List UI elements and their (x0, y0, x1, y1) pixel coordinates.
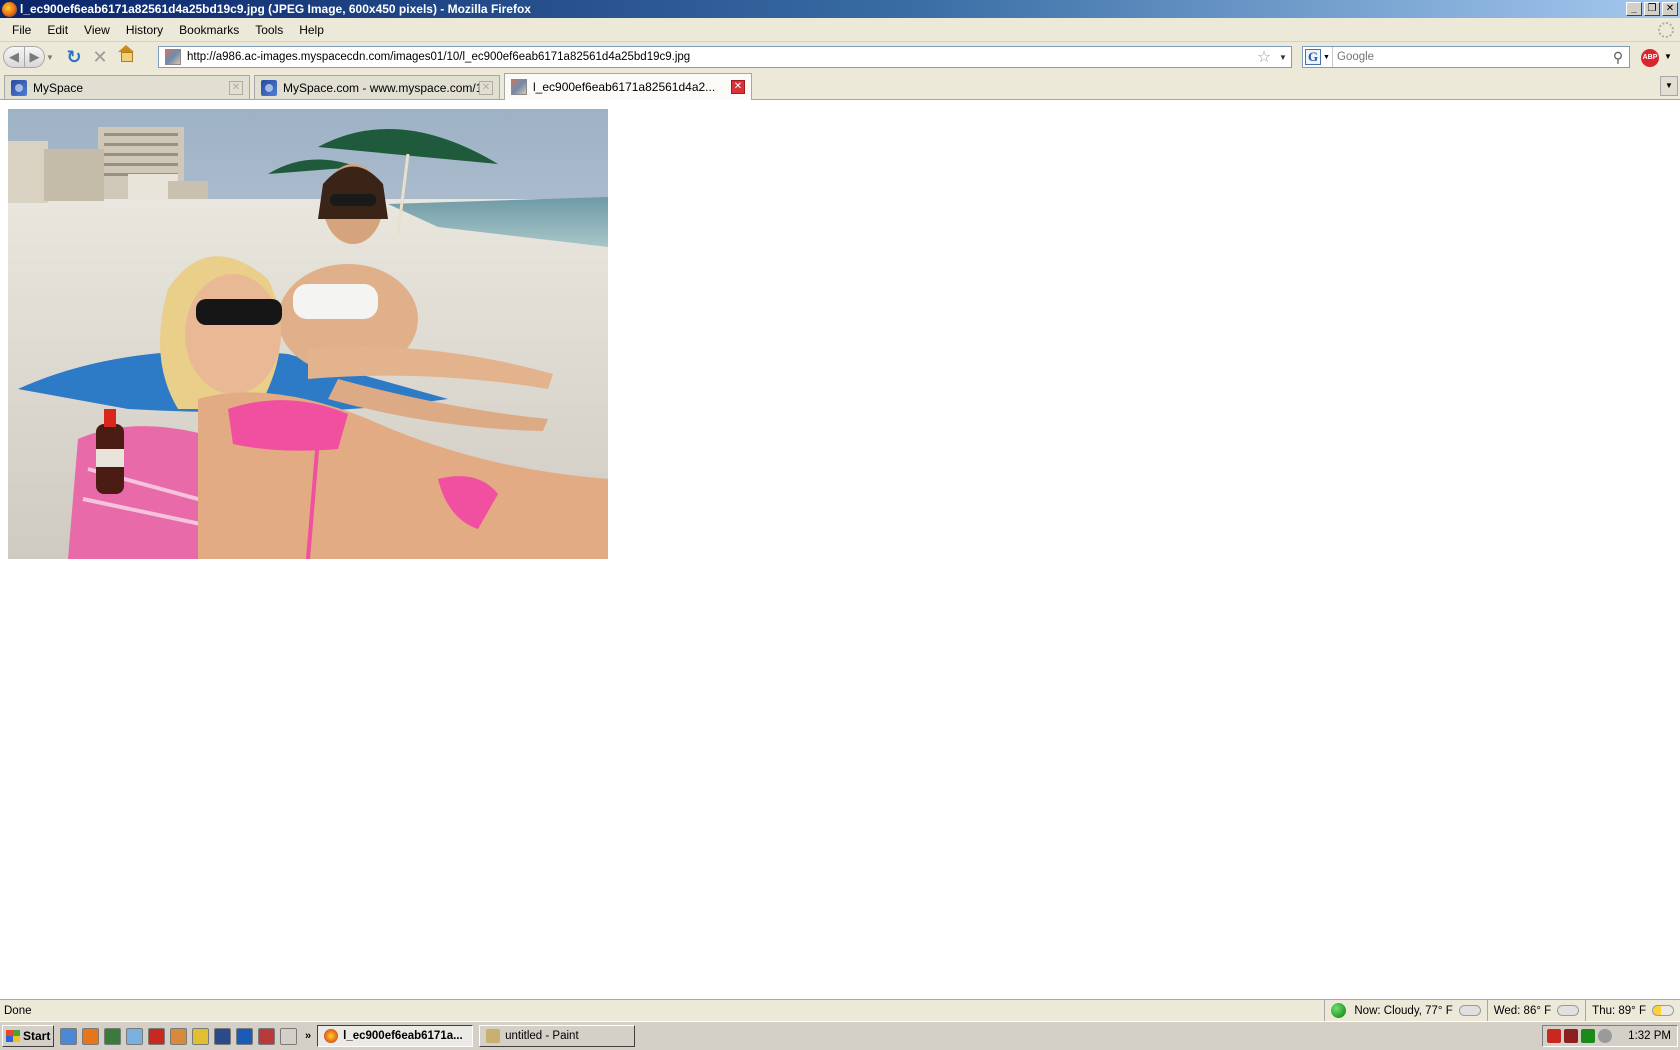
firefox-icon (324, 1029, 339, 1043)
network-icon[interactable] (126, 1027, 143, 1045)
menu-edit[interactable]: Edit (39, 23, 76, 37)
firefox-icon (2, 1, 17, 17)
window-title-bar[interactable]: l_ec900ef6eab6171a82561d4a25bd19c9.jpg (… (0, 0, 1680, 18)
tray-sync-icon[interactable] (1598, 1029, 1612, 1043)
navigation-toolbar: ◀ ▶ ▼ ↻ ✕ http://a986.ac-images.myspacec… (0, 42, 1680, 72)
myspace-icon (11, 79, 27, 96)
firefox-icon[interactable] (82, 1027, 99, 1045)
taskbar-button-label: l_ec900ef6eab6171a... (343, 1030, 463, 1042)
bookmark-star-icon[interactable]: ☆ (1253, 47, 1275, 67)
tab-label: MySpace (33, 80, 84, 95)
url-text[interactable]: http://a986.ac-images.myspacecdn.com/ima… (187, 51, 1253, 63)
quick-launch (60, 1027, 297, 1045)
menu-bookmarks[interactable]: Bookmarks (171, 23, 247, 37)
stop-icon: ✕ (92, 46, 108, 67)
beach-photo-image (8, 109, 608, 559)
forward-arrow-icon: ▶ (29, 49, 40, 64)
forward-button[interactable]: ▶ (25, 46, 45, 68)
weather-globe-icon (1331, 1003, 1347, 1018)
search-input[interactable] (1333, 51, 1607, 63)
status-text: Done (4, 1004, 32, 1017)
paint-icon (486, 1029, 501, 1043)
search-icon[interactable]: ⚲ (1607, 49, 1629, 66)
taskbar-button-paint[interactable]: untitled - Paint (479, 1025, 636, 1047)
image-icon (511, 79, 527, 95)
tab-image[interactable]: l_ec900ef6eab6171a82561d4a2... ✕ (504, 73, 752, 100)
tab-close-button[interactable]: ✕ (229, 80, 243, 95)
menu-tools[interactable]: Tools (247, 23, 291, 37)
throbber-icon (1658, 22, 1674, 38)
cloud-icon (1458, 1005, 1481, 1016)
tab-close-button[interactable]: ✕ (479, 80, 493, 95)
window-title: l_ec900ef6eab6171a82561d4a25bd19c9.jpg (… (20, 2, 531, 16)
chevron-down-icon: ▼ (1323, 53, 1330, 61)
history-dropdown[interactable]: ▼ (45, 46, 55, 68)
menu-help[interactable]: Help (291, 23, 332, 37)
stop-button[interactable]: ✕ (87, 46, 113, 68)
url-bar[interactable]: http://a986.ac-images.myspacecdn.com/ima… (158, 46, 1292, 68)
thunderstorm-icon (1557, 1005, 1580, 1016)
tray-app-icon[interactable] (1564, 1029, 1578, 1043)
adblock-plus-icon[interactable]: ABP (1641, 49, 1659, 67)
weather-now[interactable]: Now: Cloudy, 77° F (1324, 999, 1486, 1022)
menu-history[interactable]: History (118, 23, 171, 37)
app-icon[interactable] (258, 1027, 275, 1045)
tab-strip: MySpace ✕ MySpace.com - www.myspace.com/… (0, 72, 1680, 100)
restore-button[interactable]: ❐ (1644, 2, 1660, 16)
tab-myspace-profile[interactable]: MySpace.com - www.myspace.com/15... ✕ (254, 75, 500, 99)
tab-label: l_ec900ef6eab6171a82561d4a2... (533, 80, 716, 94)
url-dropdown-button[interactable]: ▼ (1275, 53, 1291, 62)
tab-label: MySpace.com - www.myspace.com/15... (283, 80, 479, 95)
partly-sunny-icon (1652, 1005, 1674, 1016)
back-button[interactable]: ◀ (3, 46, 25, 68)
reload-button[interactable]: ↻ (61, 46, 87, 68)
tool-icon[interactable] (214, 1027, 231, 1045)
ie-icon[interactable] (60, 1027, 77, 1045)
minimize-button[interactable]: _ (1626, 2, 1642, 16)
close-button[interactable]: ✕ (1662, 2, 1678, 16)
tab-list-button[interactable]: ▼ (1660, 76, 1678, 96)
tab-close-button[interactable]: ✕ (731, 80, 745, 94)
home-icon (118, 45, 134, 63)
weather-wed-label: Wed: 86° F (1493, 1004, 1552, 1017)
start-button[interactable]: Start (2, 1025, 54, 1047)
search-engine-selector[interactable]: G ▼ (1303, 47, 1333, 67)
taskbar-button-firefox[interactable]: l_ec900ef6eab6171a... (317, 1025, 474, 1047)
volume-icon[interactable] (1547, 1029, 1561, 1043)
back-arrow-icon: ◀ (9, 49, 19, 64)
reload-icon: ↻ (66, 46, 82, 67)
weather-wed[interactable]: Wed: 86° F (1486, 999, 1585, 1022)
show-desktop-icon[interactable] (104, 1027, 121, 1045)
media-icon[interactable] (170, 1027, 187, 1045)
app-c-icon[interactable] (236, 1027, 253, 1045)
beach-photo[interactable] (8, 109, 608, 559)
filezilla-icon[interactable] (148, 1027, 165, 1045)
taskbar-button-label: untitled - Paint (505, 1030, 579, 1042)
clock[interactable]: 1:32 PM (1628, 1030, 1671, 1042)
page-content (0, 101, 1680, 999)
pen-icon[interactable] (280, 1027, 297, 1045)
search-bar[interactable]: G ▼ ⚲ (1302, 46, 1630, 68)
menu-view[interactable]: View (76, 23, 118, 37)
menu-file[interactable]: File (4, 23, 39, 37)
start-label: Start (23, 1029, 51, 1043)
weather-thu[interactable]: Thu: 89° F (1585, 999, 1680, 1022)
weather-now-label: Now: Cloudy, 77° F (1354, 1004, 1453, 1017)
quick-launch-chevron[interactable]: » (305, 1030, 311, 1042)
site-favicon-icon (165, 49, 181, 65)
utility-icon[interactable] (192, 1027, 209, 1045)
network-status-icon[interactable] (1581, 1029, 1595, 1043)
myspace-icon (261, 79, 277, 96)
google-icon: G (1305, 49, 1322, 65)
adblock-dropdown-button[interactable]: ▼ (1664, 52, 1672, 61)
weather-thu-label: Thu: 89° F (1592, 1004, 1646, 1017)
windows-logo-icon (6, 1030, 20, 1042)
tab-myspace[interactable]: MySpace ✕ (4, 75, 250, 99)
menu-bar: File Edit View History Bookmarks Tools H… (0, 18, 1680, 42)
status-bar: Done Now: Cloudy, 77° F Wed: 86° F Thu: … (0, 999, 1680, 1022)
windows-taskbar: Start » l_ec900ef6eab6171a... untitled -… (0, 1021, 1680, 1050)
home-button[interactable] (113, 45, 139, 68)
system-tray: 1:32 PM (1542, 1025, 1678, 1047)
